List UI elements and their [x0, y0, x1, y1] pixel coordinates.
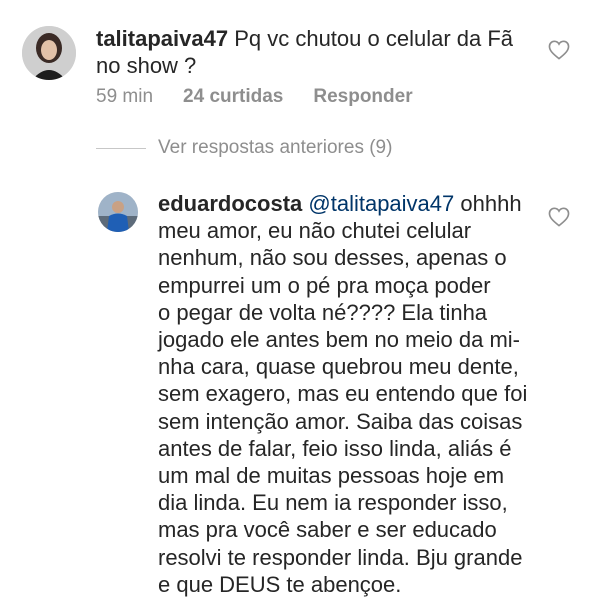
mention-link[interactable]: @talitapaiva47 [308, 191, 454, 216]
comment-text-line: sem exagero, mas eu entendo que foi [158, 381, 528, 407]
comment-text-line: nenhum, não sou desses, apenas o [158, 245, 507, 271]
comment-text-line1: Pq vc chutou o celular da Fã [234, 26, 514, 51]
comment-text-line: o pegar de volta né???? Ela tinha [158, 299, 488, 325]
comment-text-line: resolvi te responder linda. Bju grande [158, 544, 523, 570]
like-heart-icon[interactable] [548, 207, 570, 227]
likes-count[interactable]: 24 curtidas [183, 86, 283, 108]
comment-text-line: empurrei um o pé pra moça poder [158, 272, 491, 298]
comment-text-line: nha cara, quase quebrou meu dente, [158, 354, 519, 380]
avatar-eduardocosta[interactable] [98, 192, 138, 232]
comment-text-line: antes de falar, feio isso linda, aliás é [158, 435, 512, 461]
comment-text-line: ohhhh [460, 191, 522, 216]
comment-talitapaiva47: talitapaiva47 Pq vc chutou o celular da … [96, 25, 536, 79]
comment-text-line: meu amor, eu não chutei celular [158, 218, 472, 244]
comment-meta: 59 min 24 curtidas Responder [96, 86, 413, 108]
comment-text-line: e que DEUS te abençoe. [158, 571, 402, 597]
comment-username[interactable]: eduardocosta [158, 191, 302, 216]
comment-text-line: jogado ele antes bem no meio da mi- [158, 327, 520, 353]
comment-text-line: mas pra você saber e ser educado [158, 517, 497, 543]
divider-line [96, 147, 146, 149]
comment-username[interactable]: talitapaiva47 [96, 26, 228, 51]
view-previous-replies[interactable]: Ver respostas anteriores (9) [96, 137, 392, 159]
comment-text-line: um mal de muitas pessoas hoje em [158, 463, 505, 489]
view-previous-replies-label[interactable]: Ver respostas anteriores (9) [158, 137, 392, 159]
comment-text-line: sem intenção amor. Saiba das coisas [158, 408, 523, 434]
like-heart-icon[interactable] [548, 40, 570, 60]
reply-button[interactable]: Responder [313, 86, 412, 108]
comment-text-line: dia linda. Eu nem ia responder isso, [158, 490, 508, 516]
comment-eduardocosta: eduardocosta @talitapaiva47 ohhhh meu am… [158, 190, 538, 598]
comment-time: 59 min [96, 86, 154, 107]
avatar-talitapaiva47[interactable] [22, 26, 76, 80]
comment-text-line2: no show ? [96, 53, 197, 79]
